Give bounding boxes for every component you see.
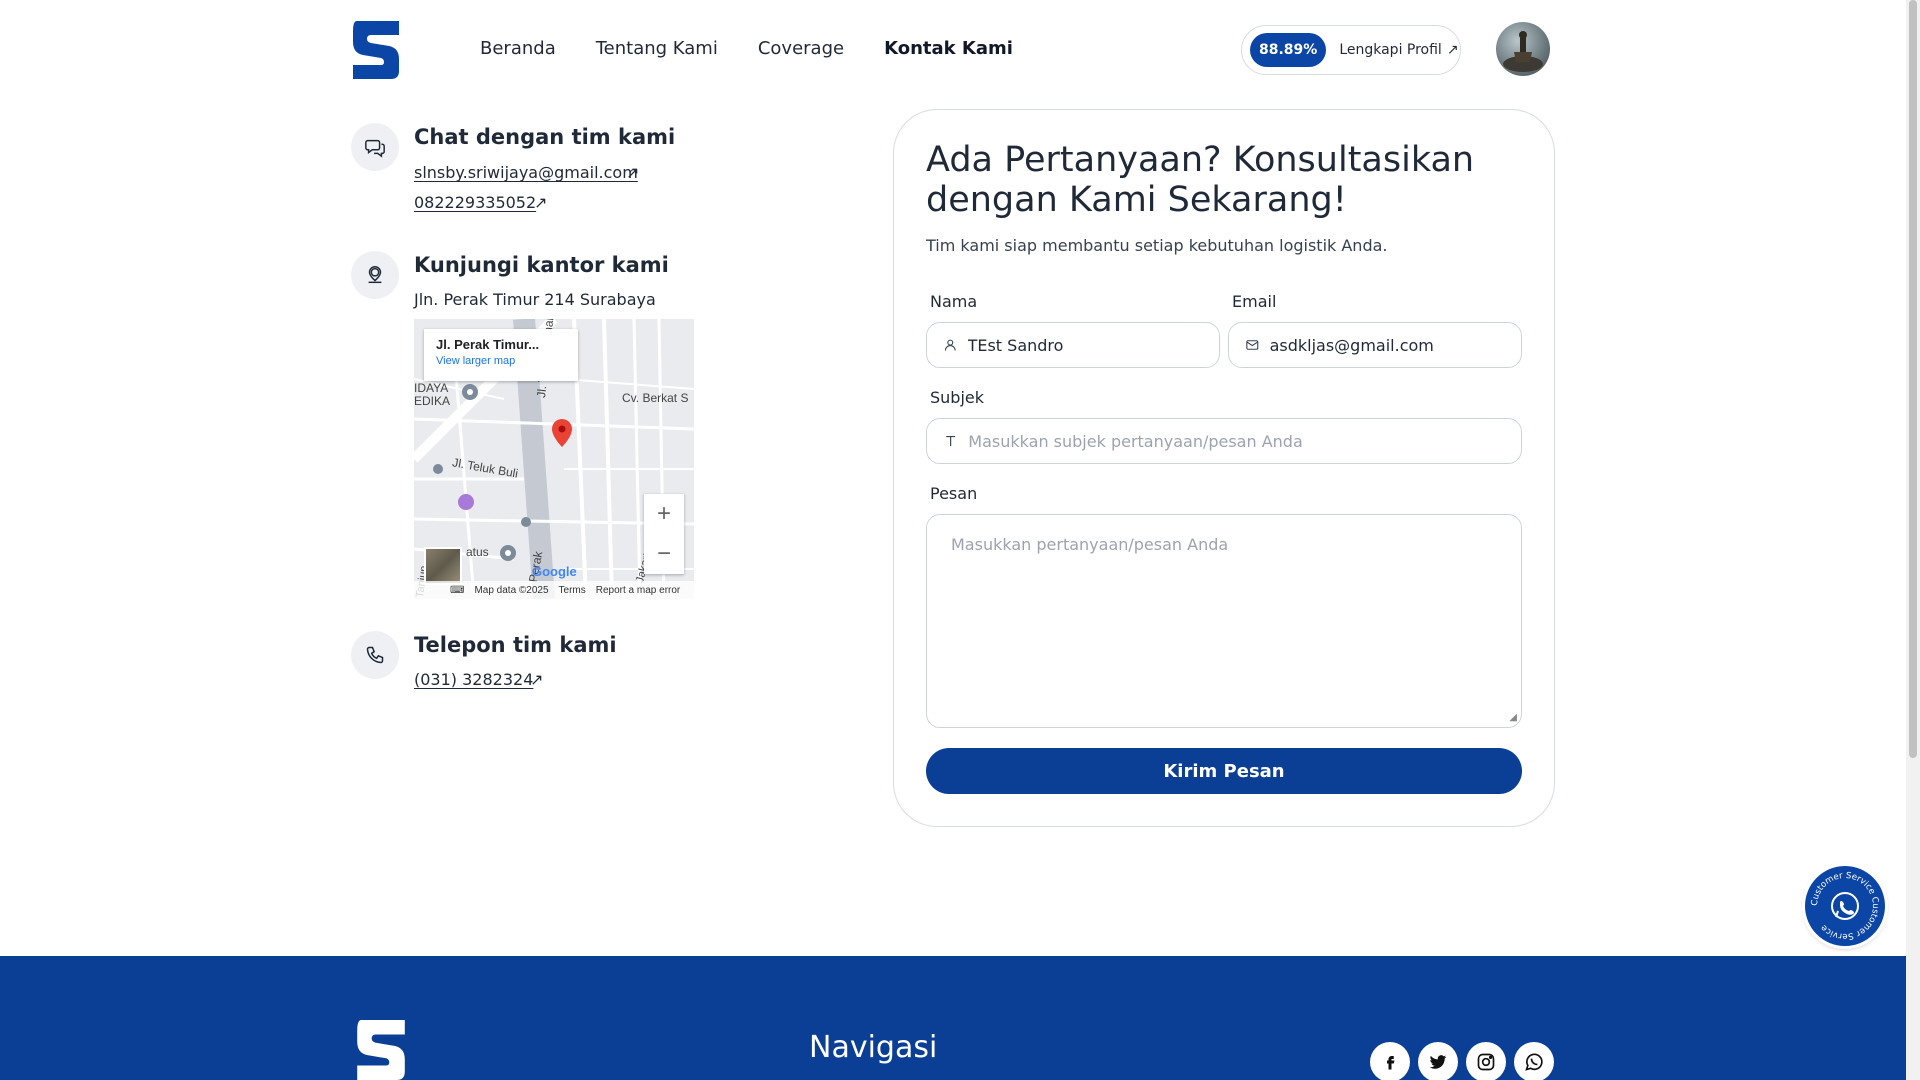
customer-service-badge: Customer Service Customer Service xyxy=(1810,871,1880,941)
map-place-card: Jl. Perak Timur... View larger map xyxy=(424,329,578,381)
office-address: Jln. Perak Timur 214 Surabaya xyxy=(414,290,656,309)
name-label: Nama xyxy=(930,292,978,311)
footer-logo[interactable] xyxy=(351,1020,411,1080)
facebook-icon xyxy=(1387,1056,1395,1070)
nav-tentang-kami[interactable]: Tentang Kami xyxy=(596,38,718,59)
twitter-icon xyxy=(1429,1055,1447,1069)
map-zoom-controls: + − xyxy=(644,494,684,574)
subject-label: Subjek xyxy=(930,388,985,407)
chat-title: Chat dengan tim kami xyxy=(414,125,676,149)
email-label: Email xyxy=(1232,292,1277,311)
map-data-text: Map data ©2025 xyxy=(474,584,549,596)
view-larger-map-link[interactable]: View larger map xyxy=(436,355,566,367)
email-field[interactable] xyxy=(1228,322,1522,368)
instagram-button[interactable] xyxy=(1466,1042,1506,1080)
external-arrow-icon: ↗ xyxy=(1446,42,1459,58)
subject-input[interactable] xyxy=(968,431,1521,451)
ring-text: Customer Service Customer Service xyxy=(1810,871,1880,941)
avatar-image xyxy=(1503,31,1543,72)
map-label: atus xyxy=(466,545,489,559)
message-field[interactable]: ◢ xyxy=(926,514,1522,728)
subject-field[interactable] xyxy=(926,418,1522,464)
external-arrow-icon: ↗ xyxy=(626,163,640,182)
profile-progress-badge: 88.89% xyxy=(1250,33,1327,67)
zoom-in-button[interactable]: + xyxy=(644,494,684,534)
external-arrow-icon: ↗ xyxy=(530,670,544,689)
map-report-link[interactable]: Report a map error xyxy=(596,585,680,596)
scrollbar-thumb[interactable] xyxy=(1909,0,1917,758)
message-label: Pesan xyxy=(930,484,978,503)
phone-icon xyxy=(366,646,384,664)
main-nav: Beranda Tentang Kami Coverage Kontak Kam… xyxy=(480,38,1013,59)
map-label: IDAYA xyxy=(414,381,449,395)
location-icon-circle xyxy=(351,251,399,299)
external-arrow-icon: ↗ xyxy=(534,193,548,212)
phone-link[interactable]: 082229335052 xyxy=(414,193,536,212)
whatsapp-icon xyxy=(1831,892,1859,920)
location-icon xyxy=(368,266,382,284)
google-logo: Google xyxy=(532,564,577,579)
whatsapp-icon xyxy=(1525,1053,1543,1071)
company-logo[interactable] xyxy=(351,21,401,79)
chat-icon xyxy=(365,139,385,158)
whatsapp-button[interactable] xyxy=(1514,1042,1554,1080)
map-terms-link[interactable]: Terms xyxy=(559,585,586,596)
nav-kontak-kami[interactable]: Kontak Kami xyxy=(884,38,1013,59)
customer-service-button[interactable]: Customer Service Customer Service xyxy=(1805,866,1885,946)
complete-profile-label: Lengkapi Profil xyxy=(1339,42,1442,58)
email-input[interactable] xyxy=(1269,335,1521,355)
keyboard-icon[interactable]: ⌨ xyxy=(450,585,464,596)
facebook-button[interactable] xyxy=(1370,1042,1410,1080)
map-label: Cv. Berkat S xyxy=(622,391,689,405)
avatar[interactable] xyxy=(1496,22,1550,76)
footer-nav-title: Navigasi xyxy=(809,1030,938,1065)
telephone-link[interactable]: (031) 3282324 xyxy=(414,670,533,689)
user-icon xyxy=(944,339,956,351)
map-place-title: Jl. Perak Timur... xyxy=(436,337,540,352)
name-input[interactable] xyxy=(967,335,1219,355)
office-title: Kunjungi kantor kami xyxy=(414,253,669,277)
map-satellite-toggle[interactable] xyxy=(424,547,462,585)
nav-coverage[interactable]: Coverage xyxy=(758,38,844,59)
office-map[interactable]: IDAYA EDIKA Jl. Teluk Buli Jl. Teluk Kum… xyxy=(414,319,694,599)
form-title: Ada Pertanyaan? Konsultasikan dengan Kam… xyxy=(926,140,1475,220)
page-scrollbar[interactable] xyxy=(1906,0,1920,1080)
mail-icon xyxy=(1246,340,1259,350)
telephone-title: Telepon tim kami xyxy=(414,633,617,657)
nav-beranda[interactable]: Beranda xyxy=(480,38,556,59)
twitter-button[interactable] xyxy=(1418,1042,1458,1080)
send-message-button[interactable]: Kirim Pesan xyxy=(926,748,1522,794)
form-subtitle: Tim kami siap membantu setiap kebutuhan … xyxy=(926,236,1388,255)
chat-icon-circle xyxy=(351,123,399,171)
instagram-icon xyxy=(1477,1053,1495,1071)
ring-text-path: Customer Service Customer Service xyxy=(1810,871,1880,941)
message-textarea[interactable] xyxy=(927,515,1521,727)
zoom-out-button[interactable]: − xyxy=(644,534,684,574)
map-footer: ⌨ Map data ©2025 Terms Report a map erro… xyxy=(414,581,694,599)
resize-handle-icon[interactable]: ◢ xyxy=(1509,712,1517,723)
name-field[interactable] xyxy=(926,322,1220,368)
complete-profile-button[interactable]: 88.89% Lengkapi Profil ↗ xyxy=(1241,25,1461,75)
email-link[interactable]: slnsby.sriwijaya@gmail.com xyxy=(414,163,638,182)
map-label: EDIKA xyxy=(414,394,451,408)
text-icon xyxy=(946,435,956,447)
phone-icon-circle xyxy=(351,631,399,679)
footer xyxy=(0,956,1906,1080)
